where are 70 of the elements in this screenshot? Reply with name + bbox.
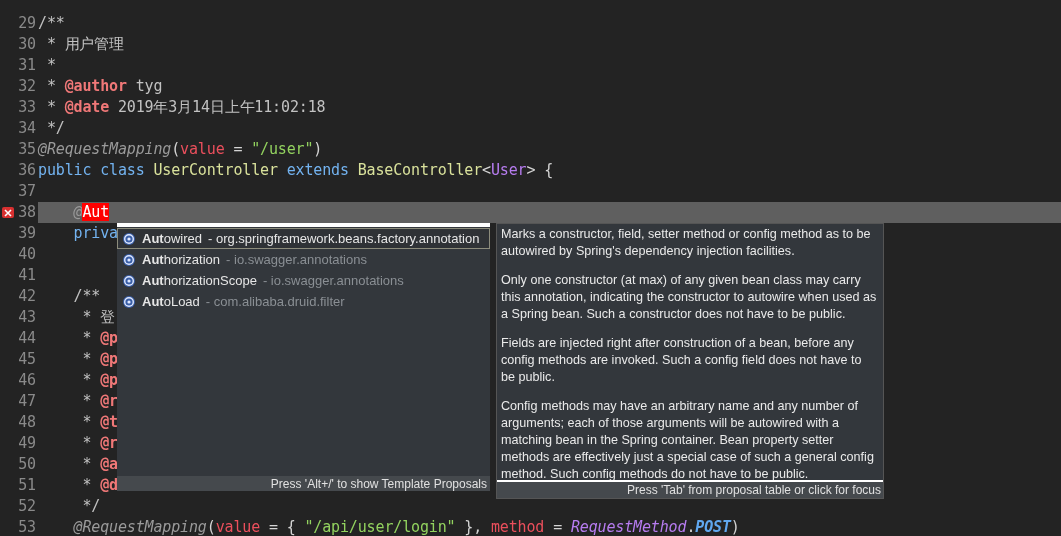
code-line: @RequestMapping(value = { "/api/user/login" }, method = RequestMethod.POST) [72,517,740,536]
code-line: /** [38,13,65,34]
line-number: 35 [18,139,36,160]
proposal-item[interactable]: Authorization - io.swagger.annotations [117,249,490,270]
line-number: 36 [18,160,36,181]
annotation-icon [122,273,136,288]
proposal-package: - org.springframework.beans.factory.annotation [207,229,480,248]
documentation-paragraph: Only one constructor (at max) of any given bean class may carry this annotation, indicating the constructor to autowire when used as a Spring bean. Such a constructor does not have to be public. [501,272,878,323]
proposal-package: - com.alibaba.druid.filter [205,292,345,311]
annotation-icon [122,231,136,246]
proposal-name: Autowired [142,229,202,248]
proposal-name: Authorization [142,250,221,269]
proposal-item[interactable]: Autowired - org.springframework.beans.factory.annotation [117,228,490,249]
code-line: * @date 2019年3月14日上午11:02:18 [45,97,326,118]
code-line: public class UserController extends BaseController<User> { [38,160,554,181]
code-line: priva [72,223,118,244]
line-number: 34 [18,118,36,139]
line-number: 49 [18,433,36,454]
line-number: 52 [18,496,36,517]
error-icon [1,205,15,219]
code-line: * @t [81,412,118,433]
code-line: * [45,55,56,76]
line-number: 31 [18,55,36,76]
documentation-paragraph: Config methods may have an arbitrary name and any number of arguments; each of those arguments will be autowired with a matching bean in the Spring container. Bean property setter methods are effectively just a special case of such a general config method. Such config methods do not have to be public. [501,398,875,480]
line-number: 51 [18,475,36,496]
code-line: * 用户管理 [45,34,125,55]
proposal-item[interactable]: AutoLoad - com.alibaba.druid.filter [117,291,490,312]
code-line: * @r [81,433,118,454]
proposal-item[interactable]: AuthorizationScope - io.swagger.annotations [117,270,490,291]
line-number: 30 [18,34,36,55]
annotation-icon [122,294,136,309]
line-number: 46 [18,370,36,391]
line-number: 33 [18,97,36,118]
line-number: 48 [18,412,36,433]
code-line: @RequestMapping(value = "/user") [38,139,323,160]
code-line: @Aut [72,202,110,223]
line-number: 50 [18,454,36,475]
line-number: 39 [18,223,36,244]
line-number: 45 [18,349,36,370]
code-line: */ [81,496,101,517]
focus-hint: Press 'Tab' from proposal table or click for focus [627,483,881,497]
line-number: 32 [18,76,36,97]
line-number: 29 [18,13,36,34]
template-hint: Press 'Alt+/' to show Template Proposals [270,476,487,491]
line-number: 53 [18,517,36,536]
code-line: * @a [81,454,118,475]
documentation-paragraph: Marks a constructor, field, setter method or config method as to be autowired by Spring's dependency injection facilities. [501,226,872,260]
proposal-package: - io.swagger.annotations [262,271,404,290]
line-number: 43 [18,307,36,328]
documentation-paragraph: Fields are injected right after construction of a bean, before any config methods are invoked. Such a config field does not have to be public. [501,335,863,386]
code-line: /** [72,286,101,307]
line-number: 42 [18,286,36,307]
code-line: * @p [81,328,118,349]
line-number: 37 [18,181,36,202]
line-number: 38 [18,202,36,223]
code-line: * 登 [81,307,115,328]
code-line: * @p [81,349,118,370]
proposal-name: AuthorizationScope [142,271,257,290]
annotation-icon [122,252,136,267]
line-number: 40 [18,244,36,265]
code-line: * @d [81,475,118,496]
line-number: 41 [18,265,36,286]
code-line: */ [45,118,65,139]
line-number: 47 [18,391,36,412]
code-line: * @p [81,370,118,391]
line-number: 44 [18,328,36,349]
proposal-package: - io.swagger.annotations [226,250,367,269]
proposal-name: AutoLoad [142,292,200,311]
code-line: * @author tyg [45,76,163,97]
code-line: * @r [81,391,118,412]
